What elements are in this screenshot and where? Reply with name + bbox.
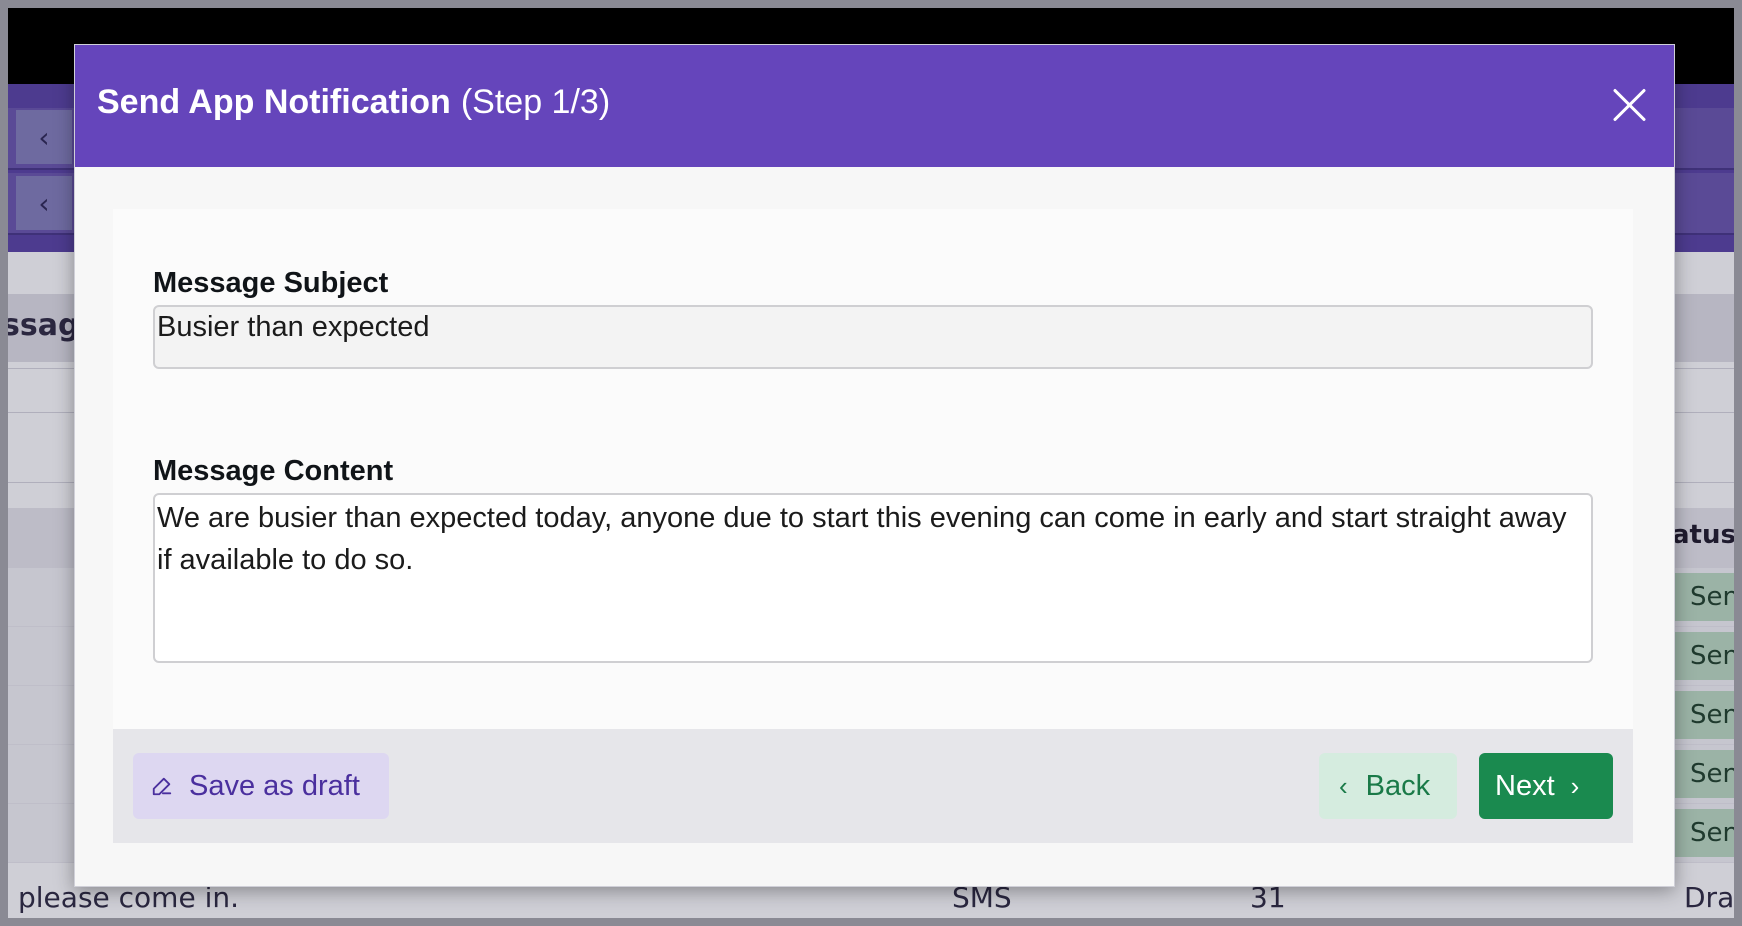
save-draft-label: Save as draft	[189, 769, 360, 802]
status-cell: Sen	[1668, 809, 1734, 857]
subject-input[interactable]: Busier than expected	[153, 305, 1593, 369]
modal-header: Send App Notification (Step 1/3)	[75, 45, 1674, 167]
chevron-left-icon: ‹	[16, 176, 72, 230]
row-status: Dra	[1684, 881, 1734, 914]
status-column-header: atus	[1672, 520, 1734, 550]
chevron-right-icon: ›	[1570, 770, 1580, 801]
subject-label: Message Subject	[153, 267, 389, 299]
back-button[interactable]: ‹ Back	[1319, 753, 1457, 819]
next-label: Next	[1495, 769, 1555, 802]
save-draft-button[interactable]: Save as draft	[133, 753, 389, 819]
status-cell: Sen	[1668, 691, 1734, 739]
modal-title: Send App Notification (Step 1/3)	[97, 83, 610, 122]
modal-footer: Save as draft ‹ Back Next ›	[113, 729, 1633, 843]
back-label: Back	[1365, 769, 1431, 802]
modal-step-indicator: (Step 1/3)	[460, 83, 611, 121]
section-title: ssag	[8, 308, 80, 343]
close-icon[interactable]	[1612, 87, 1648, 123]
status-cell: Sen	[1668, 632, 1734, 680]
next-button[interactable]: Next ›	[1479, 753, 1613, 819]
modal-body: Message Subject Busier than expected Mes…	[113, 209, 1633, 729]
status-cell: Sen	[1668, 750, 1734, 798]
status-cell: Sen	[1668, 573, 1734, 621]
send-notification-modal: Send App Notification (Step 1/3) Message …	[74, 44, 1675, 887]
content-textarea[interactable]: We are busier than expected today, anyon…	[153, 493, 1593, 663]
chevron-left-icon: ‹	[1339, 770, 1348, 801]
chevron-left-icon: ‹	[16, 110, 72, 164]
pencil-icon	[152, 777, 172, 796]
modal-title-text: Send App Notification	[97, 83, 451, 121]
content-label: Message Content	[153, 455, 394, 487]
